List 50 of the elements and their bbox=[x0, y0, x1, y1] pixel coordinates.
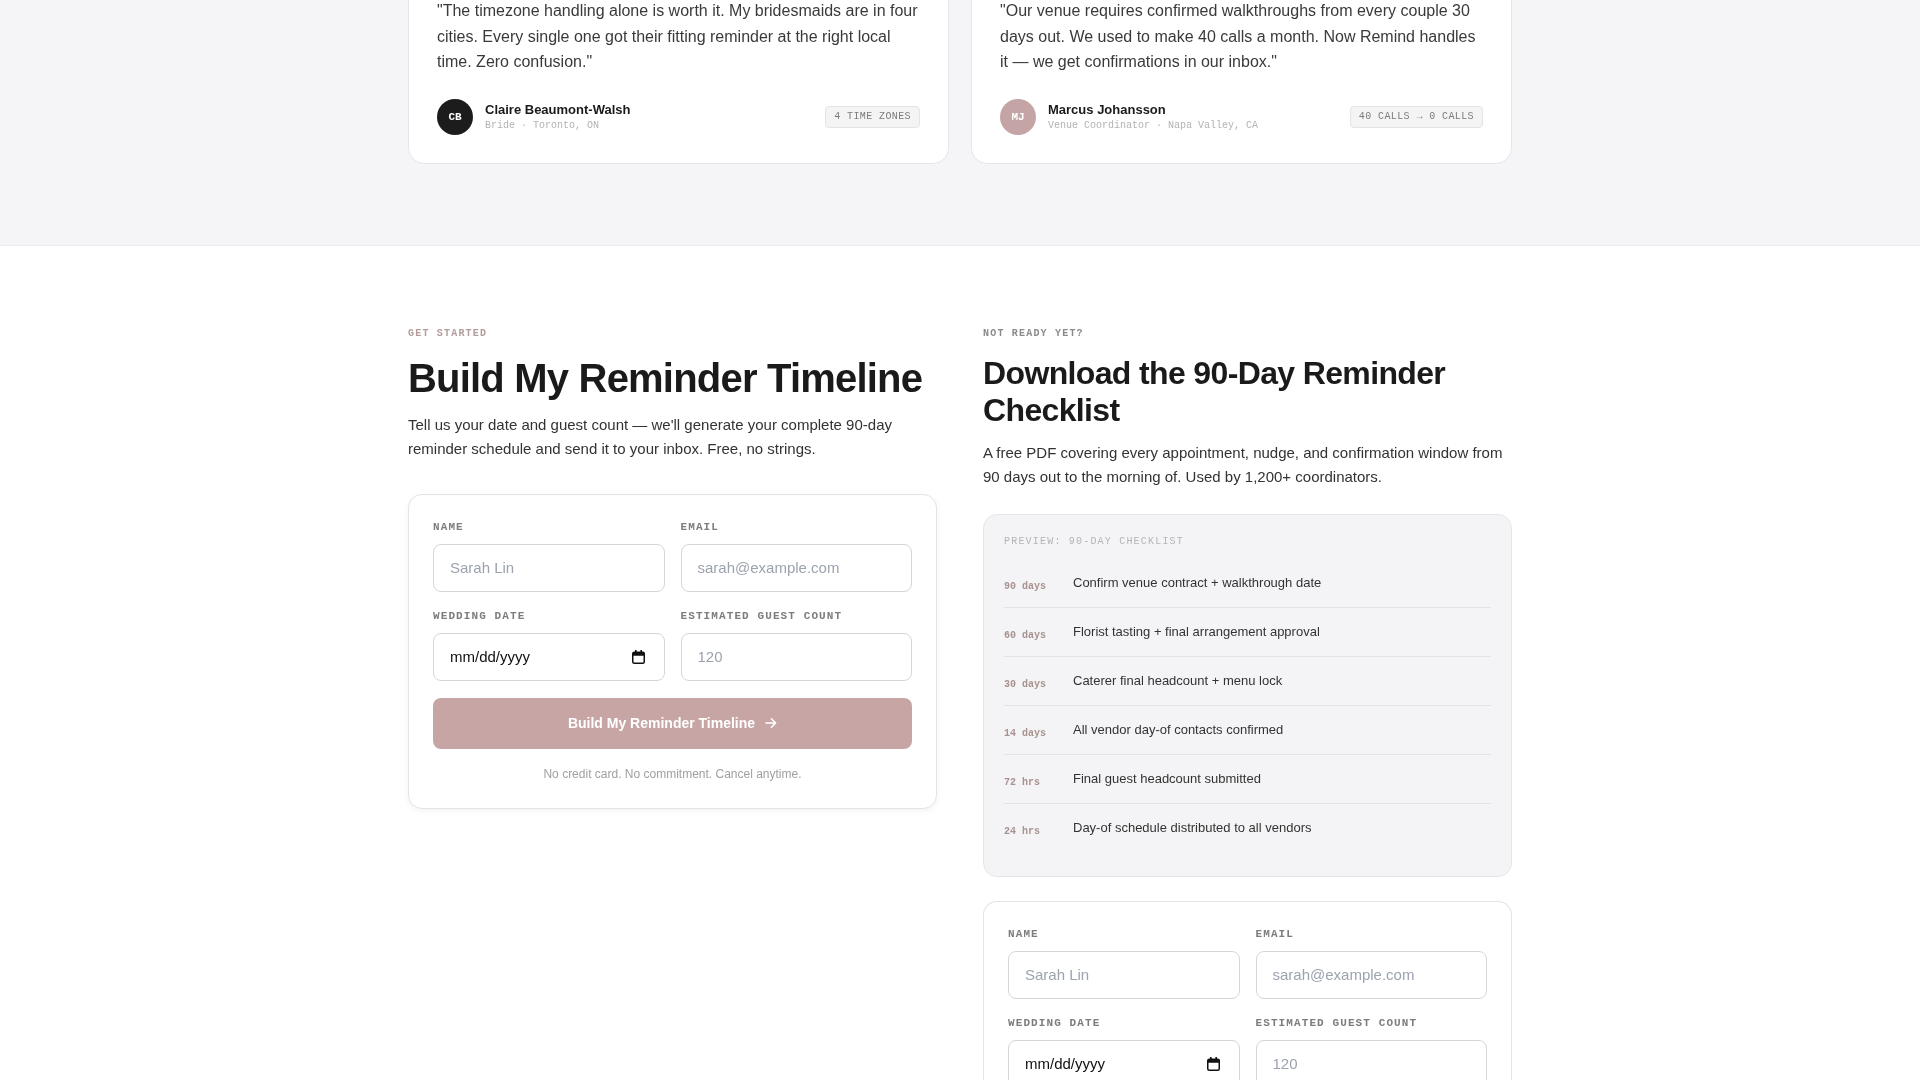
author-role: Venue Coordinator · Napa Valley, CA bbox=[1048, 119, 1259, 132]
checklist-task: Confirm venue contract + walkthrough date bbox=[1073, 573, 1322, 592]
section-description: A free PDF covering every appointment, nudge, and confirmation window from 90 days out to the morning of. Used by 1,200+ coordinators. bbox=[983, 442, 1504, 487]
author-role: Bride · Toronto, ON bbox=[485, 119, 600, 132]
timing-label: 24 hrs bbox=[1004, 824, 1040, 839]
date-field[interactable]: mm/dd/yyyy bbox=[433, 632, 665, 681]
field-label: EMAIL bbox=[1255, 926, 1295, 942]
section-heading: Download the 90-Day Reminder Checklist bbox=[983, 354, 1447, 429]
checklist-task: Caterer final headcount + menu lock bbox=[1073, 671, 1283, 690]
field-label: WEDDING DATE bbox=[433, 608, 527, 624]
email-field[interactable]: sarah@example.com bbox=[1255, 950, 1487, 999]
timing-label: 30 days bbox=[1004, 677, 1046, 692]
testimonial-quote: "The timezone handling alone is worth it. My bridesmaids are in four cities. Every single one got their fitting reminder at the right local time. Zero confusion." bbox=[437, 1, 919, 73]
name-field[interactable]: Sarah Lin bbox=[1008, 950, 1240, 999]
stat-badge: 4 TIME ZONES bbox=[825, 105, 920, 128]
checklist-task: Florist tasting + final arrangement approval bbox=[1073, 622, 1320, 641]
checklist-task: Day-of schedule distributed to all vendors bbox=[1073, 818, 1312, 837]
author-name: Claire Beaumont-Walsh bbox=[485, 101, 631, 117]
checklist-task: All vendor day-of contacts confirmed bbox=[1073, 720, 1284, 739]
submit-button[interactable]: Build My Reminder Timeline bbox=[433, 697, 912, 749]
guest-count-field[interactable]: 120 bbox=[680, 632, 912, 681]
form-note: No credit card. No commitment. Cancel anytime. bbox=[542, 765, 803, 782]
initials-avatar: MJ bbox=[1000, 98, 1036, 135]
stat-badge: 40 CALLS → 0 CALLS bbox=[1349, 105, 1483, 128]
eyebrow-label: NOT READY YET? bbox=[983, 326, 1085, 341]
eyebrow-label: GET STARTED bbox=[408, 326, 489, 341]
name-field[interactable]: Sarah Lin bbox=[433, 543, 665, 592]
guest-count-field[interactable]: 120 bbox=[1255, 1039, 1487, 1080]
field-label: WEDDING DATE bbox=[1008, 1015, 1102, 1031]
section-heading: Build My Reminder Timeline bbox=[408, 354, 924, 401]
timing-label: 60 days bbox=[1004, 628, 1046, 643]
field-label: NAME bbox=[433, 519, 465, 535]
initials-avatar: CB bbox=[437, 98, 473, 135]
checklist-task: Final guest headcount submitted bbox=[1073, 769, 1261, 788]
date-field[interactable]: mm/dd/yyyy bbox=[1008, 1039, 1240, 1080]
section-description: Tell us your date and guest count — we'll generate your complete 90-day reminder schedule and send it to your inbox. Free, no strings. bbox=[408, 414, 893, 459]
arrow-right-icon bbox=[765, 717, 778, 730]
field-label: ESTIMATED GUEST COUNT bbox=[680, 608, 844, 624]
calendar-icon bbox=[1206, 1056, 1220, 1071]
calendar-icon bbox=[631, 649, 645, 664]
field-label: NAME bbox=[1008, 926, 1040, 942]
timing-label: 14 days bbox=[1004, 726, 1046, 741]
field-label: EMAIL bbox=[680, 519, 720, 535]
preview-title: PREVIEW: 90-DAY CHECKLIST bbox=[1004, 534, 1186, 549]
author-name: Marcus Johansson bbox=[1048, 101, 1166, 117]
email-field[interactable]: sarah@example.com bbox=[680, 543, 912, 592]
timing-label: 90 days bbox=[1004, 579, 1046, 594]
testimonial-quote: "Our venue requires confirmed walkthroughs from every couple 30 days out. We used to make 40 calls a month. Now Remind handles it — we get confirmations in our inbox." bbox=[1000, 1, 1477, 73]
field-label: ESTIMATED GUEST COUNT bbox=[1255, 1015, 1419, 1031]
timing-label: 72 hrs bbox=[1004, 775, 1040, 790]
